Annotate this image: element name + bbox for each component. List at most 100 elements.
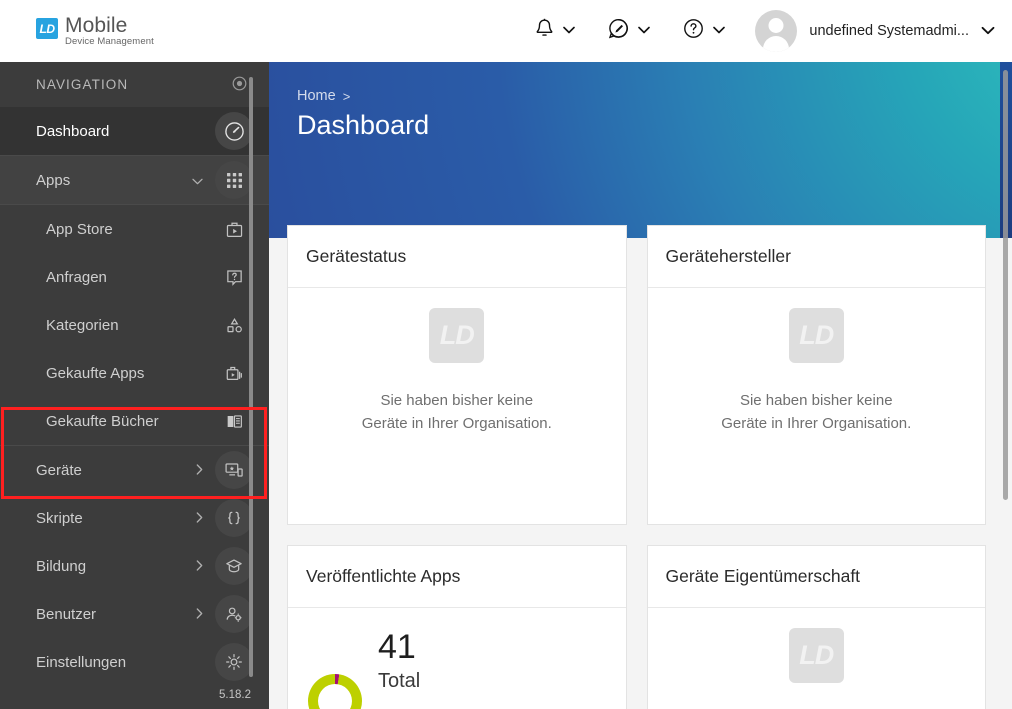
- empty-state-text: Sie haben bisher keine Geräte in Ihrer O…: [362, 389, 552, 436]
- dashboard-cards: Gerätestatus LD Sie haben bisher keine G…: [269, 62, 1004, 709]
- purchased-apps-icon: [215, 354, 253, 392]
- card-title: Geräte Eigentümerschaft: [665, 566, 861, 586]
- devices-icon: [215, 451, 253, 489]
- question-bubble-icon: [215, 258, 253, 296]
- chevron-right-icon: [196, 559, 203, 573]
- card-header: Gerätehersteller: [647, 226, 985, 288]
- chevron-right-icon: [196, 607, 203, 621]
- sidebar-item-einstellungen[interactable]: Einstellungen: [0, 638, 269, 686]
- card-geraetehersteller: Gerätehersteller LD Sie haben bisher kei…: [646, 225, 986, 525]
- feedback-button[interactable]: [591, 18, 666, 44]
- empty-state-line-1: Sie haben bisher keine: [739, 392, 893, 409]
- sidebar-item-label: Bildung: [36, 557, 87, 575]
- card-veroeffentlichte-apps: Veröffentlichte Apps 41 Total 40: [287, 545, 627, 709]
- empty-state-line-1: Sie haben bisher keine: [380, 392, 534, 409]
- question-circle-icon: [683, 18, 704, 44]
- card-body: LD Sie haben bisher keine Geräte in Ihre…: [648, 288, 986, 524]
- card-body: 41 Total 40 Public: [288, 608, 626, 709]
- card-body: LD Sie haben bisher keine Geräte in Ihre…: [288, 288, 626, 524]
- sidebar: NAVIGATION Dashboard Apps App Store Anfr…: [0, 62, 269, 709]
- sidebar-item-label: Gekaufte Apps: [46, 364, 145, 382]
- brand-logo-group[interactable]: LD Mobile Device Management: [36, 15, 154, 47]
- total-value: 41: [378, 628, 416, 666]
- sidebar-scrollbar-thumb[interactable]: [249, 77, 253, 677]
- version-label: 5.18.2: [219, 689, 251, 701]
- chevron-down-icon: [563, 26, 576, 37]
- sidebar-section-header: NAVIGATION: [0, 62, 269, 107]
- sidebar-item-label: Apps: [36, 171, 71, 189]
- main-scrollbar-thumb[interactable]: [1003, 70, 1008, 500]
- sidebar-scrollbar-track[interactable]: [249, 67, 261, 704]
- main-content: Home > Dashboard Gerätestatus LD Sie hab…: [269, 62, 1012, 709]
- speedometer-icon: [215, 112, 253, 150]
- brand-title: Mobile: [65, 14, 128, 38]
- graduation-cap-icon: [215, 547, 253, 585]
- sidebar-item-label: Gekaufte Bücher: [46, 412, 159, 430]
- card-body: LD Sie haben bisher keine Geräte Eigentü…: [648, 608, 986, 709]
- shapes-icon: [215, 306, 253, 344]
- chevron-right-icon: [196, 511, 203, 525]
- sidebar-item-label: Einstellungen: [36, 653, 127, 671]
- sidebar-item-label: App Store: [46, 220, 113, 238]
- avatar: [755, 10, 798, 52]
- sidebar-item-kategorien[interactable]: Kategorien: [0, 301, 269, 349]
- sidebar-item-label: Geräte: [36, 461, 82, 479]
- total-label: Total: [378, 670, 421, 692]
- sidebar-item-gekaufte-buecher[interactable]: Gekaufte Bücher: [0, 397, 269, 445]
- empty-state-line-2: Geräte in Ihrer Organisation.: [361, 415, 552, 433]
- sidebar-item-dashboard[interactable]: Dashboard: [0, 107, 269, 155]
- sidebar-item-label: Kategorien: [46, 316, 119, 334]
- store-bag-icon: [215, 210, 253, 248]
- card-row-1: Gerätestatus LD Sie haben bisher keine G…: [287, 225, 986, 525]
- book-icon: [215, 402, 253, 440]
- placeholder-logo-icon: LD: [788, 628, 844, 683]
- sidebar-item-app-store[interactable]: App Store: [0, 205, 269, 253]
- top-bar: LD Mobile Device Management undefined Sy…: [0, 0, 1012, 62]
- user-menu[interactable]: undefined Systemadmi...: [741, 10, 998, 52]
- empty-state-text: Sie haben bisher keine Geräte in Ihrer O…: [721, 389, 911, 436]
- grid-icon: [215, 161, 253, 199]
- brand-mark-icon: LD: [36, 18, 58, 40]
- card-geraetestatus: Gerätestatus LD Sie haben bisher keine G…: [287, 225, 627, 525]
- sidebar-item-gekaufte-apps[interactable]: Gekaufte Apps: [0, 349, 269, 397]
- card-title: Gerätestatus: [306, 246, 407, 266]
- card-header: Gerätestatus: [288, 226, 626, 288]
- sidebar-item-skripte[interactable]: Skripte: [0, 494, 269, 542]
- top-bar-actions: undefined Systemadmi...: [518, 10, 998, 52]
- sidebar-item-geraete[interactable]: Geräte: [0, 446, 269, 494]
- bell-icon: [535, 18, 554, 44]
- chevron-down-icon: [713, 26, 726, 37]
- card-title: Gerätehersteller: [665, 246, 791, 266]
- card-title: Veröffentlichte Apps: [306, 566, 461, 586]
- chat-pencil-icon: [608, 18, 629, 44]
- sidebar-section-label: NAVIGATION: [36, 77, 129, 92]
- donut-chart: [308, 674, 362, 709]
- sidebar-item-label: Dashboard: [36, 122, 110, 140]
- sidebar-item-apps[interactable]: Apps: [0, 156, 269, 204]
- chevron-down-icon: [981, 26, 995, 37]
- empty-state-line-2: Geräte in Ihrer Organisation.: [721, 415, 912, 433]
- chevron-right-icon: [196, 463, 203, 477]
- placeholder-logo-icon: LD: [429, 308, 485, 363]
- chevron-down-icon: [638, 26, 651, 37]
- donut-summary: 41 Total 40 Public: [378, 630, 515, 709]
- card-geraete-eigentuemerschaft: Geräte Eigentümerschaft LD Sie haben bis…: [646, 545, 986, 709]
- sidebar-item-label: Skripte: [36, 509, 83, 527]
- sidebar-item-anfragen[interactable]: Anfragen: [0, 253, 269, 301]
- card-header: Veröffentlichte Apps: [288, 546, 626, 608]
- target-icon[interactable]: [232, 76, 247, 94]
- app-root: LD Mobile Device Management undefined Sy…: [0, 0, 1012, 709]
- help-button[interactable]: [666, 18, 741, 44]
- chevron-down-icon: [192, 174, 203, 187]
- sidebar-item-label: Benutzer: [36, 605, 97, 623]
- card-row-2: Veröffentlichte Apps 41 Total 40: [287, 545, 986, 709]
- notifications-button[interactable]: [518, 18, 591, 44]
- placeholder-logo-icon: LD: [788, 308, 844, 363]
- sidebar-item-label: Anfragen: [46, 268, 107, 286]
- user-name-label: undefined Systemadmi...: [809, 23, 969, 39]
- brand-subtitle: Device Management: [65, 36, 154, 48]
- sidebar-item-bildung[interactable]: Bildung: [0, 542, 269, 590]
- braces-icon: [215, 499, 253, 537]
- user-gear-icon: [215, 595, 253, 633]
- sidebar-item-benutzer[interactable]: Benutzer: [0, 590, 269, 638]
